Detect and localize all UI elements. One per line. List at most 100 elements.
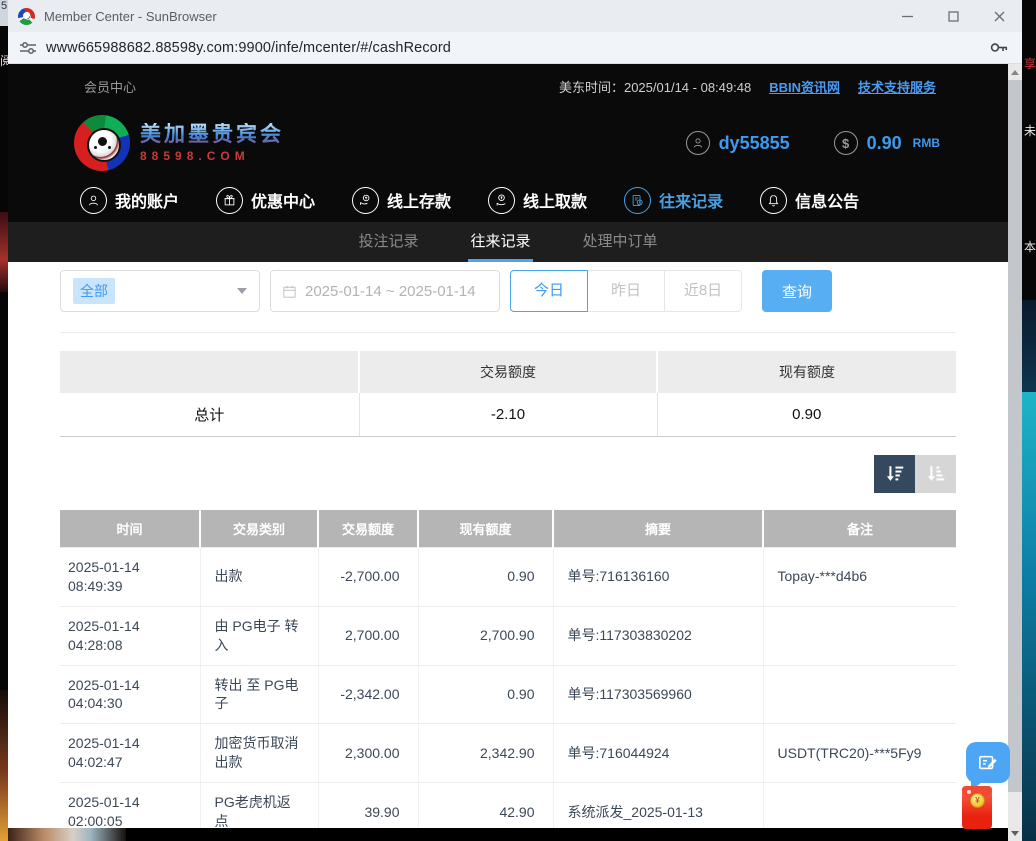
nav-deposit[interactable]: 线上存款 — [352, 187, 451, 214]
maximize-button[interactable] — [930, 0, 976, 32]
sort-descending-icon — [884, 463, 906, 485]
cell-type: 由 PG电子 转入 — [200, 606, 318, 665]
cell-time: 2025-01-14 04:04:30 — [60, 665, 200, 724]
site-logo-title: 美加墨贵宾会 — [140, 123, 284, 146]
desktop-fragment: 本 — [1024, 238, 1036, 255]
yesterday-button[interactable]: 昨日 — [587, 270, 665, 312]
cell-time: 2025-01-14 04:28:08 — [60, 606, 200, 665]
chevron-down-icon — [237, 288, 247, 294]
tab-cash-records[interactable]: 往来记录 — [470, 222, 530, 262]
bbin-news-link[interactable]: BBIN资讯网 — [769, 77, 840, 96]
sub-nav: 投注记录 往来记录 处理中订单 — [8, 222, 1008, 262]
password-key-icon[interactable] — [990, 41, 1008, 54]
col-type: 交易类别 — [200, 510, 318, 548]
desktop-fragment — [1022, 392, 1036, 841]
scroll-up-arrow[interactable] — [1008, 64, 1022, 80]
cell-summary: 单号:117303569960 — [553, 665, 763, 724]
cell-balance: 0.90 — [418, 665, 553, 724]
site-settings-icon[interactable] — [20, 41, 36, 55]
calendar-icon — [282, 284, 297, 299]
red-envelope-button[interactable]: ¥ — [962, 786, 992, 829]
close-button[interactable] — [976, 0, 1022, 32]
site-topbar: 会员中心 美东时间：2025/01/14 - 08:49:48 BBIN资讯网 … — [8, 64, 1008, 108]
summary-header-balance: 现有额度 — [657, 351, 956, 393]
page-footer-strip — [8, 828, 1008, 841]
col-amount: 交易额度 — [318, 510, 418, 548]
cell-note — [763, 665, 956, 724]
summary-total-label: 总计 — [60, 393, 359, 436]
col-time: 时间 — [60, 510, 200, 548]
date-range-input[interactable]: 2025-01-14 ~ 2025-01-14 — [270, 270, 500, 312]
user-icon — [686, 131, 710, 155]
divider — [60, 332, 956, 333]
url-text[interactable]: www665988682.88598y.com:9900/infe/mcente… — [46, 40, 980, 56]
nav-my-account[interactable]: 我的账户 — [80, 187, 179, 214]
table-row: 2025-01-14 08:49:39 出款 -2,700.00 0.90 单号… — [60, 548, 956, 607]
cell-amount: 2,700.00 — [318, 606, 418, 665]
nav-announcements[interactable]: 信息公告 — [760, 187, 859, 214]
cell-balance: 0.90 — [418, 548, 553, 607]
cell-summary: 单号:716136160 — [553, 548, 763, 607]
sort-ascending-button[interactable] — [915, 455, 956, 493]
cell-balance: 2,700.90 — [418, 606, 553, 665]
scroll-down-arrow[interactable] — [1008, 825, 1022, 841]
desktop-fragment — [0, 690, 8, 841]
account-icon — [80, 187, 107, 214]
summary-balance-total: 0.90 — [657, 393, 956, 436]
nav-transaction-records[interactable]: 往来记录 — [624, 187, 723, 214]
summary-table: 交易额度 现有额度 总计 -2.10 0.90 — [60, 351, 956, 437]
titlebar: Member Center - SunBrowser — [8, 0, 1022, 32]
table-row: 2025-01-14 04:02:47 加密货币取消出款 2,300.00 2,… — [60, 724, 956, 783]
window-title: Member Center - SunBrowser — [44, 9, 217, 24]
cell-amount: -2,342.00 — [318, 665, 418, 724]
desktop-fragment: 5 — [0, 0, 8, 26]
edit-note-icon — [977, 753, 999, 773]
sort-descending-button[interactable] — [874, 455, 915, 493]
cell-type: 加密货币取消出款 — [200, 724, 318, 783]
cell-time: 2025-01-14 08:49:39 — [60, 548, 200, 607]
type-select[interactable]: 全部 — [60, 270, 260, 312]
desktop-fragment: 享 — [1024, 55, 1036, 72]
minimize-button[interactable] — [884, 0, 930, 32]
cell-note: Topay-***d4b6 — [763, 548, 956, 607]
tech-support-link[interactable]: 技术支持服务 — [858, 77, 936, 96]
username-display[interactable]: dy55855 — [686, 131, 790, 155]
nav-promotions[interactable]: 优惠中心 — [216, 187, 315, 214]
red-envelope-highlight — [967, 790, 971, 794]
section-label: 会员中心 — [84, 77, 136, 96]
summary-header-trade: 交易额度 — [359, 351, 657, 393]
quick-date-group: 今日 昨日 近8日 — [510, 270, 742, 312]
cell-amount: 2,300.00 — [318, 724, 418, 783]
col-summary: 摘要 — [553, 510, 763, 548]
table-header-row: 时间 交易类别 交易额度 现有额度 摘要 备注 — [60, 510, 956, 548]
nav-withdraw[interactable]: 线上取款 — [488, 187, 587, 214]
filter-row: 全部 2025-01-14 ~ 2025-01-14 今日 昨日 近8日 — [60, 262, 956, 312]
page-viewport: 会员中心 美东时间：2025/01/14 - 08:49:48 BBIN资讯网 … — [8, 64, 1022, 841]
balance-display[interactable]: $ 0.90 RMB — [834, 131, 940, 155]
cell-type: 转出 至 PG电子 — [200, 665, 318, 724]
cell-balance: 2,342.90 — [418, 724, 553, 783]
summary-header-empty — [60, 351, 359, 393]
date-range-value: 2025-01-14 ~ 2025-01-14 — [305, 283, 476, 300]
recent-8-days-button[interactable]: 近8日 — [664, 270, 742, 312]
browser-window: Member Center - SunBrowser www665988682.… — [8, 0, 1022, 841]
site-logo-icon — [74, 115, 130, 171]
sort-controls — [60, 455, 956, 493]
query-button[interactable]: 查询 — [762, 270, 832, 312]
gold-coin-icon: ¥ — [970, 793, 985, 808]
site-logo[interactable]: 美加墨贵宾会 88598.COM — [74, 115, 284, 171]
url-bar[interactable]: www665988682.88598y.com:9900/infe/mcente… — [8, 32, 1022, 64]
customer-service-button[interactable] — [966, 742, 1010, 783]
scrollbar-thumb[interactable] — [1008, 80, 1022, 792]
withdraw-icon — [488, 187, 515, 214]
summary-trade-total: -2.10 — [359, 393, 657, 436]
dollar-icon: $ — [834, 131, 858, 155]
tab-pending-orders[interactable]: 处理中订单 — [583, 222, 658, 262]
page-scrollbar[interactable] — [1008, 64, 1022, 841]
cell-summary: 单号:716044924 — [553, 724, 763, 783]
today-button[interactable]: 今日 — [510, 270, 588, 312]
desktop-fragment — [0, 212, 8, 292]
cell-note — [763, 606, 956, 665]
tab-bet-records[interactable]: 投注记录 — [358, 222, 418, 262]
site-header: 美加墨贵宾会 88598.COM dy55855 $ 0.90 RMB — [8, 108, 1008, 178]
